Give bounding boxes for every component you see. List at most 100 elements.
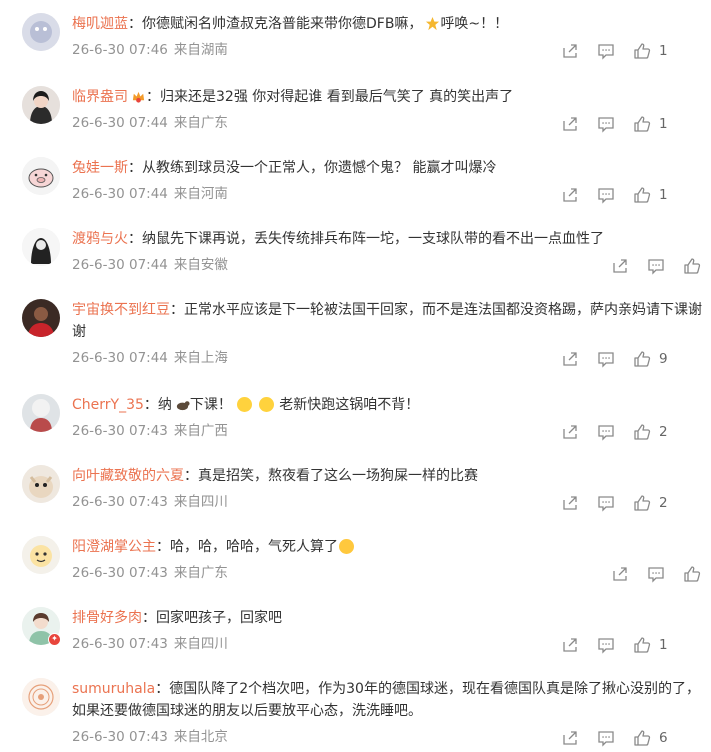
- username[interactable]: sumuruhala: [72, 681, 155, 697]
- share-button[interactable]: [561, 636, 579, 654]
- share-icon: [563, 117, 577, 131]
- comment-meta: 26-6-30 07:43 来自四川: [72, 635, 234, 653]
- share-button[interactable]: [611, 257, 629, 275]
- comment-body: ：纳: [143, 397, 172, 413]
- comment-location: 来自广东: [173, 565, 228, 581]
- comment-time: 26-6-30 07:43: [72, 494, 168, 510]
- avatar[interactable]: [22, 13, 60, 51]
- share-icon: [563, 425, 577, 439]
- avatar[interactable]: [22, 228, 60, 266]
- thumbs-up-icon: [634, 730, 651, 746]
- comment-body: ：纳鼠先下课再说，丢失传统排兵布阵一坨，一支球队带的看不出一点血性了: [128, 231, 604, 247]
- avatar[interactable]: [22, 157, 60, 195]
- comment-body-tail: 呼唤~！！: [440, 16, 509, 32]
- fan-badge-icon: [132, 91, 145, 103]
- comment-time: 26-6-30 07:44: [72, 186, 168, 202]
- avatar[interactable]: [22, 394, 60, 432]
- like-count: 1: [659, 116, 668, 132]
- comment-text: 兔娃一斯：从教练到球员没一个正常人，你遗憾个鬼？ 能赢才叫爆冷: [72, 157, 702, 179]
- reply-button[interactable]: [647, 565, 665, 583]
- comment-actions: [611, 257, 711, 275]
- comment-meta: 26-6-30 07:44 来自广东: [72, 114, 234, 132]
- comment-icon: [598, 117, 614, 133]
- reply-button[interactable]: [647, 257, 665, 275]
- like-button[interactable]: 9: [633, 350, 668, 368]
- avatar-image: [22, 394, 60, 432]
- thumbs-up-icon: [634, 495, 651, 511]
- comment-location: 来自广东: [173, 115, 228, 131]
- comment-actions: 1: [561, 115, 711, 133]
- username[interactable]: 宇宙换不到红豆: [72, 302, 170, 318]
- like-button[interactable]: 1: [633, 115, 668, 133]
- comment-body: ：德国队降了2个档次吧，作为30年的德国球迷，现在看德国队真是除了揪心没别的了，…: [72, 681, 700, 719]
- comment-body: ：你德赋闲名帅渣叔克洛普能来带你德DFB嘛，: [128, 16, 423, 32]
- like-button[interactable]: [683, 257, 709, 275]
- share-icon: [613, 259, 627, 273]
- share-button[interactable]: [561, 350, 579, 368]
- like-button[interactable]: 2: [633, 423, 668, 441]
- comment-location: 来自河南: [173, 186, 228, 202]
- avatar-image: [22, 465, 60, 503]
- avatar-image: [22, 13, 60, 51]
- reply-button[interactable]: [597, 115, 615, 133]
- share-button[interactable]: [561, 115, 579, 133]
- reply-button[interactable]: [597, 423, 615, 441]
- username[interactable]: 阳澄湖掌公主: [72, 539, 156, 555]
- like-button[interactable]: 6: [633, 729, 668, 747]
- comment-meta: 26-6-30 07:44 来自安徽: [72, 256, 234, 274]
- thumbs-up-icon: [634, 187, 651, 203]
- comment-actions: 9: [561, 350, 711, 368]
- username[interactable]: 向叶藏致敬的六夏: [72, 468, 184, 484]
- comment-meta: 26-6-30 07:43 来自北京: [72, 728, 234, 746]
- username[interactable]: 梅叽迦蓝: [72, 16, 128, 32]
- thumbs-up-icon: [684, 566, 701, 582]
- username[interactable]: 排骨好多肉: [72, 610, 142, 626]
- comment-meta: 26-6-30 07:43 来自广东: [72, 564, 234, 582]
- avatar[interactable]: [22, 86, 60, 124]
- reply-button[interactable]: [597, 494, 615, 512]
- comment-text: 梅叽迦蓝：你德赋闲名帅渣叔克洛普能来带你德DFB嘛， 呼唤~！！: [72, 13, 702, 35]
- username[interactable]: CherrY_35: [72, 397, 144, 413]
- like-button[interactable]: 1: [633, 42, 668, 60]
- like-count: 9: [659, 351, 668, 367]
- comment-icon: [598, 188, 614, 204]
- comment-meta: 26-6-30 07:44 来自河南: [72, 185, 234, 203]
- share-button[interactable]: [561, 729, 579, 747]
- comment-time: 26-6-30 07:43: [72, 729, 168, 745]
- comment-meta: 26-6-30 07:43 来自广西: [72, 422, 234, 440]
- share-button[interactable]: [561, 423, 579, 441]
- share-button[interactable]: [611, 565, 629, 583]
- avatar[interactable]: [22, 465, 60, 503]
- username[interactable]: 兔娃一斯: [72, 160, 128, 176]
- share-button[interactable]: [561, 494, 579, 512]
- comment-text: 临界盎司 ：归来还是32强 你对得起谁 看到最后气笑了 真的笑出声了: [72, 86, 702, 108]
- reply-button[interactable]: [597, 729, 615, 747]
- comment-actions: [611, 565, 711, 583]
- comment-location: 来自湖南: [173, 42, 228, 58]
- share-button[interactable]: [561, 186, 579, 204]
- comment-icon: [598, 638, 614, 654]
- like-button[interactable]: 1: [633, 186, 668, 204]
- reply-button[interactable]: [597, 350, 615, 368]
- reply-button[interactable]: [597, 636, 615, 654]
- comment-time: 26-6-30 07:44: [72, 350, 168, 366]
- like-button[interactable]: 2: [633, 494, 668, 512]
- like-count: 1: [659, 43, 668, 59]
- rat-emoji-icon: [176, 401, 190, 411]
- like-button[interactable]: 1: [633, 636, 668, 654]
- share-button[interactable]: [561, 42, 579, 60]
- reply-button[interactable]: [597, 186, 615, 204]
- avatar[interactable]: [22, 678, 60, 716]
- username[interactable]: 渡鸦与火: [72, 231, 128, 247]
- comment-icon: [648, 567, 664, 583]
- thumbs-up-icon: [684, 258, 701, 274]
- avatar[interactable]: [22, 299, 60, 337]
- like-button[interactable]: [683, 565, 709, 583]
- avatar-image: [22, 678, 60, 716]
- username[interactable]: 临界盎司: [72, 89, 128, 105]
- like-count: 6: [659, 730, 668, 746]
- reply-button[interactable]: [597, 42, 615, 60]
- thumbs-up-icon: [634, 424, 651, 440]
- avatar[interactable]: [22, 536, 60, 574]
- like-count: 2: [659, 424, 668, 440]
